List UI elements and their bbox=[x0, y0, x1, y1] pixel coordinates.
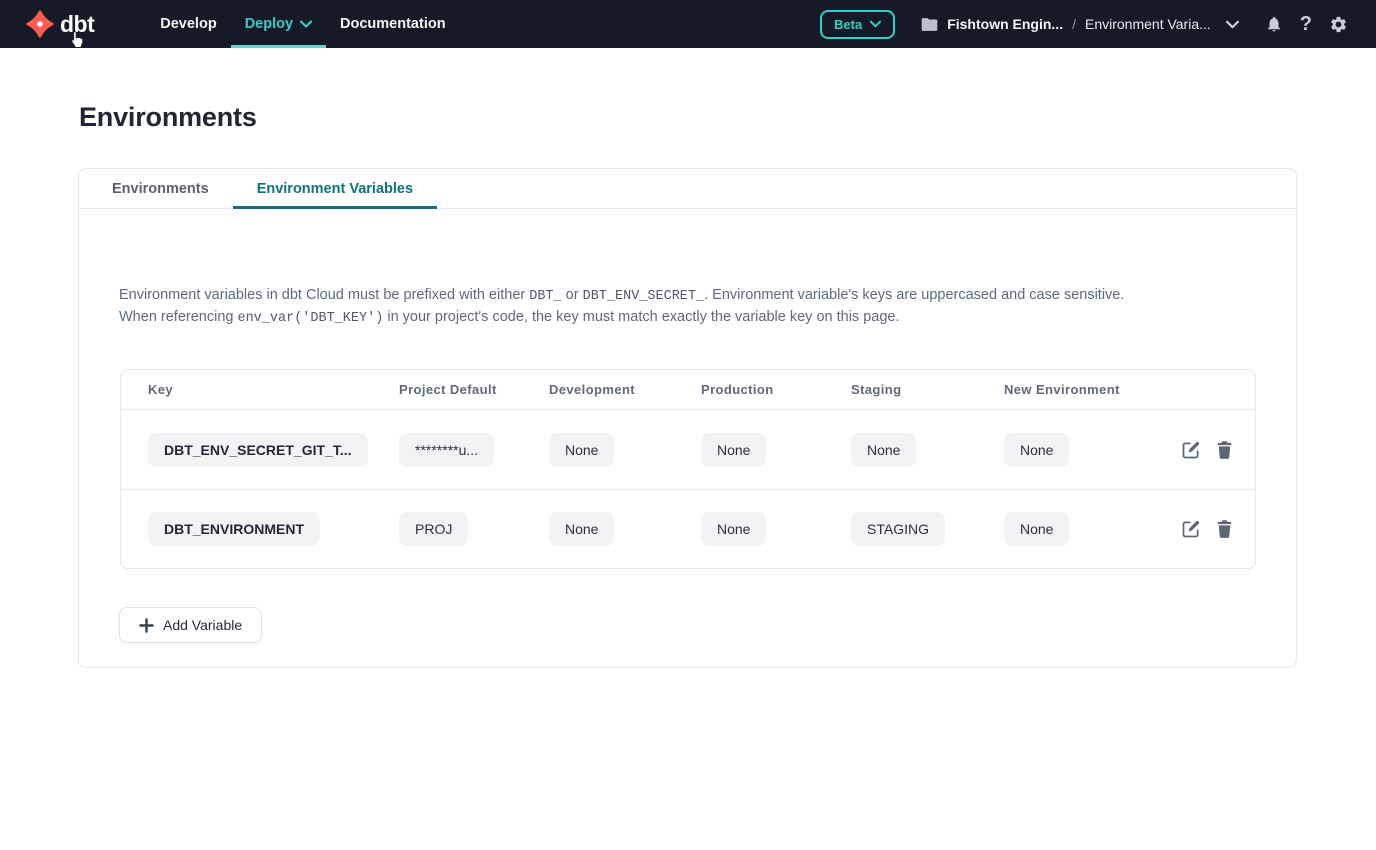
add-variable-button[interactable]: Add Variable bbox=[119, 607, 262, 643]
dbt-brand[interactable]: dbt bbox=[26, 10, 94, 38]
nav-link-develop[interactable]: Develop bbox=[146, 0, 230, 48]
mouse-cursor-icon bbox=[70, 30, 85, 54]
nav-link-deploy-label: Deploy bbox=[245, 16, 293, 32]
folder-icon bbox=[921, 17, 938, 32]
dbt-logo-icon bbox=[26, 10, 54, 38]
production-value: None bbox=[701, 512, 766, 546]
nav-link-deploy[interactable]: Deploy bbox=[231, 0, 326, 48]
new-environment-value: None bbox=[1004, 512, 1069, 546]
column-header-staging: Staging bbox=[851, 382, 1004, 397]
edit-variable-button[interactable] bbox=[1181, 519, 1201, 539]
column-header-new-environment: New Environment bbox=[1004, 382, 1181, 397]
table-header-row: Key Project Default Development Producti… bbox=[121, 370, 1255, 410]
column-header-development: Development bbox=[549, 382, 701, 397]
description-text: Environment variables in dbt Cloud must … bbox=[119, 285, 1155, 329]
description-segment: or bbox=[562, 287, 583, 303]
breadcrumb-project[interactable]: Fishtown Engin... bbox=[947, 16, 1063, 32]
staging-value: None bbox=[851, 433, 916, 467]
code-snippet: DBT_ENV_SECRET_ bbox=[583, 289, 705, 304]
gear-icon[interactable] bbox=[1329, 15, 1348, 34]
top-navbar: dbt Develop Deploy Documentation Beta Fi… bbox=[0, 0, 1376, 48]
chevron-down-icon bbox=[870, 20, 881, 28]
help-icon[interactable]: ? bbox=[1300, 13, 1312, 36]
project-default-value: PROJ bbox=[399, 512, 468, 546]
staging-value: STAGING bbox=[851, 512, 945, 546]
delete-variable-button[interactable] bbox=[1216, 519, 1233, 539]
breadcrumb-separator: / bbox=[1072, 16, 1076, 32]
main-nav: Develop Deploy Documentation bbox=[146, 0, 459, 48]
beta-dropdown-button[interactable]: Beta bbox=[820, 10, 895, 39]
edit-variable-button[interactable] bbox=[1181, 440, 1201, 460]
breadcrumb: Fishtown Engin... / Environment Varia... bbox=[921, 16, 1239, 32]
development-value: None bbox=[549, 512, 614, 546]
tab-environments[interactable]: Environments bbox=[88, 169, 233, 208]
add-variable-label: Add Variable bbox=[163, 617, 242, 633]
chevron-down-icon bbox=[300, 20, 312, 28]
breadcrumb-page[interactable]: Environment Varia... bbox=[1085, 16, 1211, 32]
table-row: DBT_ENV_SECRET_GIT_T... ********u... Non… bbox=[121, 410, 1255, 489]
column-header-key: Key bbox=[148, 382, 399, 397]
project-default-value: ********u... bbox=[399, 433, 494, 467]
tab-environment-variables[interactable]: Environment Variables bbox=[233, 169, 437, 208]
card-body: Environment variables in dbt Cloud must … bbox=[79, 209, 1296, 667]
bell-icon[interactable] bbox=[1265, 14, 1283, 34]
column-header-production: Production bbox=[701, 382, 851, 397]
new-environment-value: None bbox=[1004, 433, 1069, 467]
production-value: None bbox=[701, 433, 766, 467]
table-row: DBT_ENVIRONMENT PROJ None None STAGING N… bbox=[121, 489, 1255, 568]
code-snippet: env_var('DBT_KEY') bbox=[237, 311, 383, 326]
chevron-down-icon[interactable] bbox=[1226, 20, 1239, 29]
column-header-project-default: Project Default bbox=[399, 382, 549, 397]
page-title: Environments bbox=[79, 102, 1376, 133]
variable-key-value: DBT_ENV_SECRET_GIT_T... bbox=[148, 433, 368, 467]
environments-card: Environments Environment Variables Envir… bbox=[78, 168, 1297, 668]
beta-label: Beta bbox=[834, 17, 862, 32]
environment-variables-table: Key Project Default Development Producti… bbox=[120, 369, 1256, 569]
variable-key-value: DBT_ENVIRONMENT bbox=[148, 512, 320, 546]
development-value: None bbox=[549, 433, 614, 467]
description-segment: Environment variables in dbt Cloud must … bbox=[119, 287, 529, 303]
nav-link-documentation[interactable]: Documentation bbox=[326, 0, 460, 48]
code-snippet: DBT_ bbox=[529, 289, 561, 304]
tab-bar: Environments Environment Variables bbox=[79, 169, 1296, 209]
plus-icon bbox=[139, 618, 154, 633]
navbar-icon-group: ? bbox=[1265, 13, 1348, 36]
delete-variable-button[interactable] bbox=[1216, 440, 1233, 460]
description-segment: in your project's code, the key must mat… bbox=[383, 309, 899, 325]
